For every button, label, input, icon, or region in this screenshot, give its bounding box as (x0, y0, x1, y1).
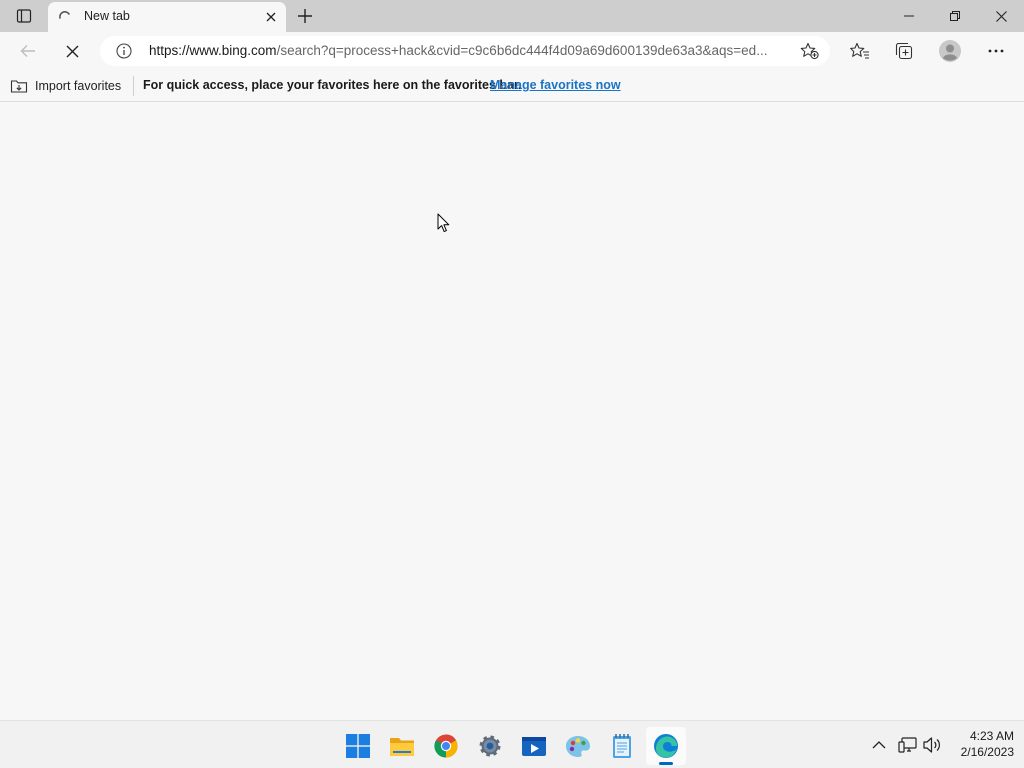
show-hidden-icons-button[interactable] (867, 733, 891, 757)
network-icon (898, 737, 917, 753)
taskbar-chrome[interactable] (426, 727, 466, 765)
taskbar-file-explorer[interactable] (382, 727, 422, 765)
notepad-icon (613, 734, 631, 758)
system-clock[interactable]: 4:23 AM 2/16/2023 (940, 728, 1014, 760)
address-bar[interactable]: https://www.bing.com/search?q=process+ha… (100, 36, 830, 66)
restore-icon (950, 11, 960, 21)
folder-icon (390, 738, 414, 756)
collections-button[interactable] (888, 36, 920, 66)
import-favorites-label: Import favorites (35, 79, 122, 93)
close-icon (66, 45, 78, 57)
import-favorites-button[interactable]: Import favorites (10, 75, 121, 97)
more-horizontal-icon (988, 49, 1004, 53)
mouse-pointer-icon (437, 213, 450, 233)
add-favorite-button[interactable] (800, 42, 820, 60)
avatar-icon (939, 40, 961, 62)
restore-button[interactable] (932, 0, 978, 32)
arrow-left-icon (20, 45, 35, 57)
close-icon (995, 10, 1007, 22)
tab-actions-icon (16, 9, 32, 23)
minimize-icon (904, 15, 914, 17)
page-content[interactable] (0, 103, 1024, 720)
speaker-icon (923, 737, 940, 753)
profile-button[interactable] (934, 36, 966, 66)
favorites-icon (850, 42, 869, 59)
gear-icon (479, 735, 501, 757)
import-folder-icon (10, 80, 28, 93)
url-text[interactable]: https://www.bing.com/search?q=process+ha… (149, 43, 794, 58)
favorites-button[interactable] (844, 36, 876, 66)
taskbar-settings[interactable] (470, 727, 510, 765)
chevron-up-icon (872, 741, 886, 749)
taskbar: 4:23 AM 2/16/2023 (0, 720, 1024, 768)
minimize-button[interactable] (886, 0, 932, 32)
media-player-icon (522, 737, 546, 756)
tab-title: New tab (84, 9, 130, 23)
back-button[interactable] (12, 36, 44, 66)
favorites-bar-message: For quick access, place your favorites h… (143, 78, 522, 92)
url-host: https://www.bing.com (149, 43, 277, 58)
site-info-icon[interactable] (116, 43, 132, 59)
favorites-bar: Import favorites For quick access, place… (0, 70, 1024, 102)
windows-logo-icon (346, 734, 370, 758)
clock-date: 2/16/2023 (960, 745, 1014, 759)
taskbar-media-player[interactable] (514, 727, 554, 765)
navigation-toolbar: https://www.bing.com/search?q=process+ha… (0, 32, 1024, 70)
collections-icon (895, 42, 913, 60)
tab-new-tab[interactable]: New tab (48, 2, 286, 32)
taskbar-edge[interactable] (646, 727, 686, 765)
network-button[interactable] (896, 733, 920, 757)
close-icon (266, 12, 276, 22)
clock-time: 4:23 AM (969, 729, 1014, 743)
favorites-divider (133, 76, 134, 96)
url-path: /search?q=process+hack&cvid=c9c6b6dc444f… (276, 43, 768, 58)
tab-actions-button[interactable] (8, 4, 40, 28)
chrome-icon (434, 734, 458, 758)
star-add-icon (800, 42, 819, 60)
new-tab-button[interactable] (293, 4, 317, 28)
active-app-indicator (659, 762, 673, 765)
tab-close-button[interactable] (262, 8, 280, 26)
start-button[interactable] (338, 727, 378, 765)
title-bar: New tab (0, 0, 1024, 32)
manage-favorites-link[interactable]: Manage favorites now (490, 78, 621, 92)
stop-loading-button[interactable] (56, 36, 88, 66)
loading-spinner-icon (59, 11, 70, 19)
settings-more-button[interactable] (980, 36, 1012, 66)
taskbar-notepad[interactable] (602, 727, 642, 765)
taskbar-paint[interactable] (558, 727, 598, 765)
edge-icon (654, 734, 678, 758)
plus-icon (298, 9, 312, 23)
paint-palette-icon (566, 736, 590, 757)
close-window-button[interactable] (978, 0, 1024, 32)
